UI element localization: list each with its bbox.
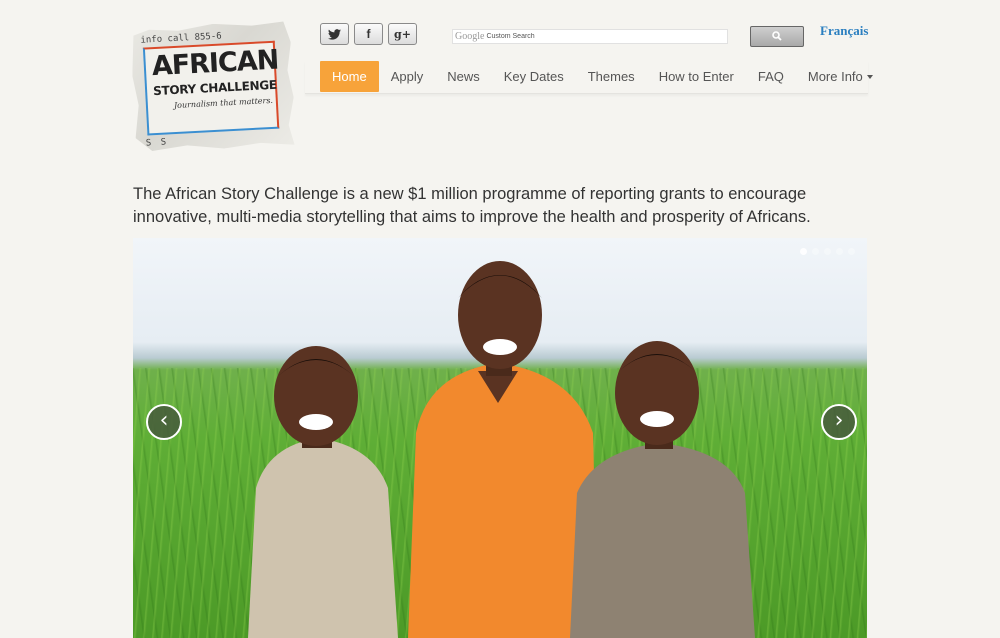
nav-item-key-dates[interactable]: Key Dates <box>492 61 576 92</box>
nav-item-apply[interactable]: Apply <box>379 61 436 92</box>
slider-dot[interactable] <box>848 248 855 255</box>
hero-photo-child-left <box>248 346 398 638</box>
twitter-icon <box>328 28 341 40</box>
intro-text: The African Story Challenge is a new $1 … <box>133 185 811 226</box>
site-logo[interactable]: info call 855-6 AFRICAN STORY CHALLENGE … <box>130 20 296 153</box>
caret-down-icon <box>866 74 873 79</box>
facebook-icon: f <box>366 27 371 41</box>
hero-slider: ‹ › <box>133 238 867 638</box>
slider-prev-button[interactable]: ‹ <box>146 404 182 440</box>
twitter-button[interactable] <box>320 23 349 45</box>
chevron-left-icon: ‹ <box>159 408 169 433</box>
search-button[interactable] <box>750 26 804 47</box>
search-icon <box>772 28 782 46</box>
chevron-right-icon: › <box>834 408 844 433</box>
nav-item-news[interactable]: News <box>435 61 492 92</box>
search-box: Google <box>452 29 728 44</box>
logo-bottom-line: S S <box>145 137 169 149</box>
language-link[interactable]: Français <box>820 23 868 39</box>
search-brand-label: Google <box>455 31 485 42</box>
nav-item-more-info[interactable]: More Info <box>796 61 885 92</box>
nav-item-faq[interactable]: FAQ <box>746 61 796 92</box>
nav-item-more-info-label: More Info <box>807 69 863 84</box>
slider-dot[interactable] <box>836 248 843 255</box>
slider-pagination <box>800 248 855 255</box>
slider-next-button[interactable]: › <box>821 404 857 440</box>
nav-item-themes[interactable]: Themes <box>576 61 647 92</box>
facebook-button[interactable]: f <box>354 23 383 45</box>
slider-dot[interactable] <box>800 248 807 255</box>
google-plus-button[interactable]: g+ <box>388 23 417 45</box>
logo-title-line1: AFRICAN <box>151 44 280 83</box>
google-plus-icon: g+ <box>394 27 411 41</box>
nav-item-home[interactable]: Home <box>320 61 379 92</box>
social-buttons: f g+ <box>320 23 417 45</box>
hero-photo-child-right <box>570 341 755 638</box>
nav-item-how-to-enter[interactable]: How to Enter <box>647 61 746 92</box>
slider-dot[interactable] <box>824 248 831 255</box>
main-nav: Home Apply News Key Dates Themes How to … <box>305 61 873 94</box>
slider-dot[interactable] <box>812 248 819 255</box>
search-input[interactable] <box>486 33 687 40</box>
